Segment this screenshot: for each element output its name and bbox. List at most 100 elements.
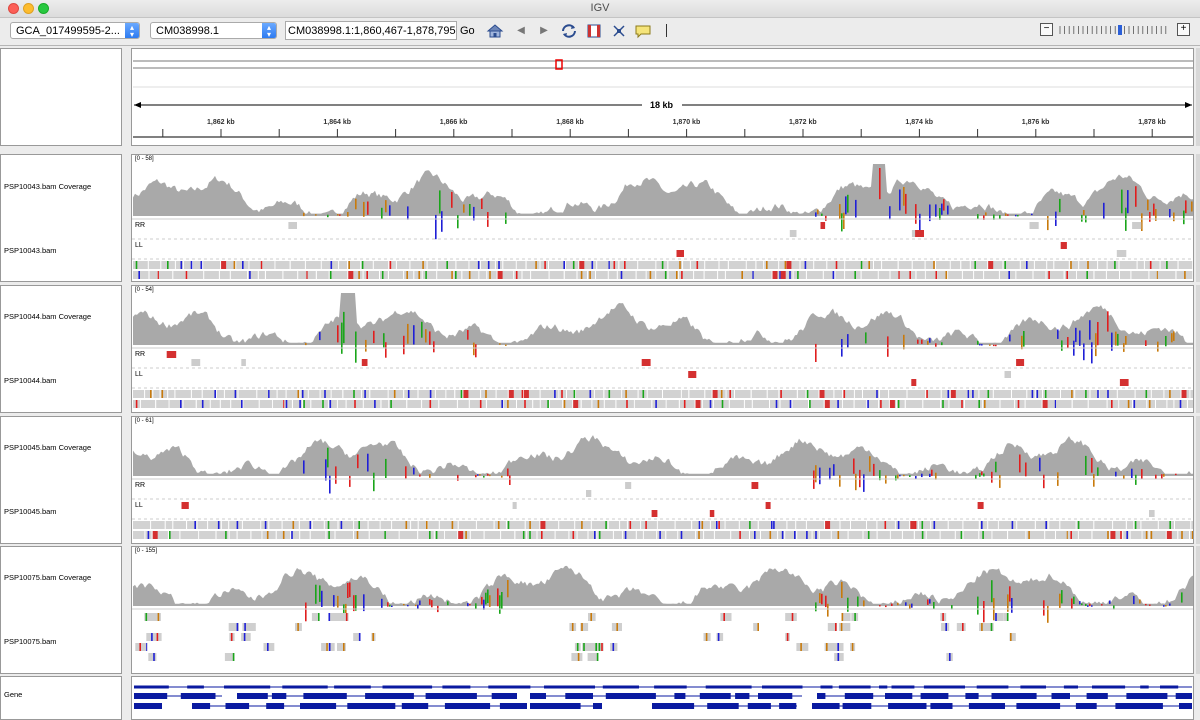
read [1117,390,1135,398]
sample-data-panel[interactable]: [0 - 61] RR LL [131,416,1194,544]
read-mismatch [921,531,924,539]
read [458,521,476,529]
read-mismatch [716,521,718,529]
read [1088,400,1107,408]
read [756,261,764,269]
zoom-slider[interactable] [1058,25,1170,35]
sample-scrollbar[interactable] [1196,285,1200,413]
gene-exon [991,693,1037,699]
home-icon[interactable] [486,23,504,39]
read [494,521,506,529]
refresh-icon[interactable] [560,23,578,39]
zoom-in-button[interactable]: + [1177,23,1190,36]
read [1107,261,1119,269]
read-mismatch [422,261,424,269]
coverage-track-name[interactable]: PSP10044.bam Coverage [4,312,91,321]
mismatch-bar [933,602,935,609]
mismatch-bar [915,204,917,224]
read-mismatch [612,643,615,651]
mismatch-bar [355,331,357,363]
read-mismatch [297,623,299,631]
read-mismatch [329,400,332,408]
alignment-track-name[interactable]: PSP10043.bam [4,246,57,255]
read [363,400,381,408]
read-mismatch [780,271,786,279]
read-mismatch [523,390,529,398]
read-mismatch [780,390,782,398]
locus-input[interactable]: CM038998.1:1,860,467-1,878,795 [285,21,457,40]
read-mismatch [425,271,427,279]
read-mismatch [201,400,204,408]
gene-exon [844,693,874,699]
sample-scrollbar[interactable] [1196,154,1200,282]
read [140,400,156,408]
forward-arrow-icon[interactable]: ▶ [535,23,553,39]
mismatch-bar [935,204,937,217]
resize-tracks-icon[interactable] [610,23,628,39]
read [604,390,622,398]
read-mismatch [138,271,140,279]
read [1033,271,1046,279]
read [512,502,517,509]
sample-data-panel[interactable]: [0 - 155] [131,546,1194,674]
mismatch-bar [1191,201,1193,212]
gene-track-name[interactable]: Gene [4,690,22,699]
alignment-track-name[interactable]: PSP10044.bam [4,376,57,385]
read [1056,531,1067,539]
read-mismatch [659,531,661,539]
read [1098,261,1107,269]
alignment-track-name[interactable]: PSP10075.bam [4,637,57,646]
zoom-thumb[interactable] [1118,25,1122,35]
read-mismatch [429,400,432,408]
read-mismatch [679,261,681,269]
read [753,623,758,631]
ruler-graphic[interactable] [132,49,1194,146]
mismatch-bar [429,599,431,605]
roi-icon[interactable] [585,23,603,39]
alignment-track-name[interactable]: PSP10045.bam [4,507,57,516]
read-mismatch [354,400,356,408]
read-mismatch [460,390,463,398]
coverage-track-name[interactable]: PSP10075.bam Coverage [4,573,91,582]
mismatch-bar [441,211,443,232]
gene-exon [930,703,953,709]
mismatch-bar [921,473,923,478]
coverage-range-label: [0 - 155] [135,548,158,554]
read [735,390,751,398]
read [709,510,715,517]
read [643,531,657,539]
coverage-track-name[interactable]: PSP10043.bam Coverage [4,182,91,191]
mismatch-bar [939,208,941,220]
mismatch-bar [325,459,327,481]
sample-data-panel[interactable]: [0 - 54] RR LL [131,285,1194,413]
ruler-scrollbar[interactable] [1196,48,1200,146]
genome-dropdown[interactable]: GCA_017499595-2... ▴ ▾ [10,22,140,39]
chromosome-dropdown[interactable]: CM038998.1 ▴ ▾ [150,22,277,39]
gene-track[interactable] [131,676,1194,720]
mismatch-bar [829,467,831,480]
sample-data-panel[interactable]: [0 - 58] RR LL [131,154,1194,282]
sample-scrollbar[interactable] [1196,546,1200,674]
coverage-track-name[interactable]: PSP10045.bam Coverage [4,443,91,452]
read [787,521,796,529]
mismatch-bar [855,199,857,218]
sample-scrollbar[interactable] [1196,416,1200,544]
mismatch-bar [1161,474,1163,479]
read [237,531,251,539]
read [863,531,877,539]
read-mismatch [1070,261,1072,269]
mismatch-bar [509,475,511,485]
sample-name-panel: PSP10075.bam Coverage PSP10075.bam [0,546,122,674]
mismatch-bar [1089,603,1091,607]
read-mismatch [328,613,331,621]
go-button[interactable]: Go [460,25,475,37]
speech-bubble-icon[interactable] [634,23,652,39]
zoom-out-button[interactable]: − [1040,23,1053,36]
read-mismatch [854,613,856,621]
mismatch-bar [1059,593,1061,608]
gene-exon [565,693,593,699]
read [979,390,993,398]
back-arrow-icon[interactable]: ◀ [512,23,530,39]
read-mismatch [595,643,597,651]
read-mismatch [982,531,984,539]
